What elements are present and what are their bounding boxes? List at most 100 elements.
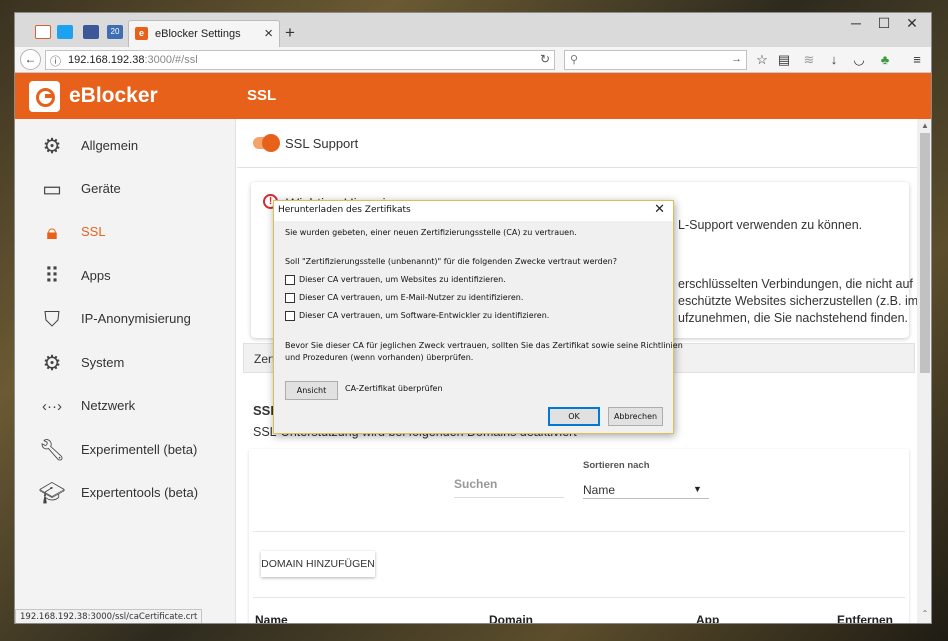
lock-icon: 🔒︎ (46, 221, 58, 244)
certificate-download-dialog: Herunterladen des Zertifikats ✕ Sie wurd… (273, 200, 683, 434)
divider (237, 167, 917, 168)
dialog-question: Soll "Zertifizierungsstelle (unbenannt)"… (285, 257, 617, 266)
dialog-advice: und Prozeduren (wenn vorhanden) überprüf… (285, 353, 474, 362)
column-header-name[interactable]: Name (255, 613, 288, 623)
sidebar-item-apps[interactable]: ⠿ Apps (15, 254, 236, 297)
sidebar-item-system[interactable]: ⚙ System (15, 341, 236, 384)
sort-select[interactable]: Name (583, 483, 615, 497)
new-tab-button[interactable]: + (285, 23, 295, 43)
tab-strip: 20 e eBlocker Settings × + ─ ☐ ✕ (15, 13, 931, 48)
menu-icon[interactable]: ≡ (908, 51, 926, 69)
close-window-button[interactable]: ✕ (897, 15, 927, 32)
pinned-tab-1[interactable] (35, 25, 51, 39)
graduation-cap-icon: 🎓︎ (38, 482, 66, 505)
notice-text: eschützte Websites sicherzustellen (z.B.… (678, 294, 919, 308)
app-header: eBlocker SSL (15, 73, 931, 119)
pinned-tab-facebook-icon[interactable] (83, 25, 99, 39)
column-header-entfernen[interactable]: Entfernen (837, 613, 893, 623)
sidebar-item-label: IP-Anonymisierung (81, 311, 191, 326)
notice-text: erschlüsselten Verbindungen, die nicht a… (678, 277, 913, 291)
gear-icon: ⚙ (42, 135, 62, 158)
ssl-support-toggle[interactable] (253, 134, 280, 152)
sort-label: Sortieren nach (583, 460, 650, 471)
cancel-button[interactable]: Abbrechen (608, 407, 663, 426)
sidebar-item-label: Allgemein (81, 138, 139, 153)
search-underline (454, 497, 564, 498)
view-certificate-label: CA-Zertifikat überprüfen (345, 384, 443, 393)
search-icon: ⚲ (570, 54, 579, 66)
divider (253, 531, 905, 532)
tab-title: eBlocker Settings (155, 28, 241, 40)
brand[interactable]: eBlocker (15, 73, 236, 119)
info-icon[interactable]: ⓘ (50, 53, 61, 69)
checkbox-label[interactable]: Dieser CA vertrauen, um Software-Entwick… (299, 311, 549, 320)
status-bar: 192.168.192.38:3000/ssl/caCertificate.cr… (15, 609, 203, 623)
search-bar[interactable]: ⚲ → (564, 50, 747, 70)
sidebar-item-label: Expertentools (beta) (81, 485, 199, 500)
url-bar[interactable]: ⓘ 192.168.192.38:3000/#/ssl ↻ (45, 50, 555, 70)
extension-icon[interactable]: ♣ (876, 51, 894, 69)
view-certificate-button[interactable]: Ansicht (285, 381, 338, 400)
reader-list-icon[interactable]: ▤ (775, 51, 793, 69)
toggle-knob[interactable] (262, 134, 280, 152)
devices-icon: ▭ (42, 178, 62, 201)
back-button[interactable]: ← (20, 49, 41, 70)
trust-software-checkbox[interactable] (285, 311, 295, 321)
network-icon: ‹··› (42, 398, 62, 415)
scroll-top-icon[interactable]: ⌃ (917, 609, 931, 618)
nav-bar: ← ⓘ 192.168.192.38:3000/#/ssl ↻ ⚲ → ☆ ▤ … (15, 47, 931, 73)
sidebar-item-experimentell[interactable]: 🔧︎ Experimentell (beta) (15, 428, 236, 471)
scroll-thumb[interactable] (920, 133, 930, 373)
domain-list-card: Suchen Sortieren nach Name ▼ DOMAIN HINZ… (249, 449, 909, 623)
dialog-title: Herunterladen des Zertifikats (278, 205, 411, 215)
ok-button[interactable]: OK (548, 407, 600, 426)
divider (253, 597, 905, 598)
maximize-button[interactable]: ☐ (869, 15, 899, 32)
sort-underline (583, 498, 709, 499)
wrench-icon: 🔧︎ (38, 439, 66, 462)
notice-text: ufzunehmen, die Sie nachstehend finden. (678, 311, 909, 325)
search-go-icon[interactable]: → (731, 53, 742, 65)
eblocker-favicon-icon: e (135, 27, 148, 40)
sidebar-item-ssl[interactable]: 🔒︎ SSL (15, 210, 236, 253)
add-domain-button[interactable]: DOMAIN HINZUFÜGEN (261, 551, 375, 577)
search-input[interactable]: Suchen (454, 477, 497, 491)
sidebar-item-label: Netzwerk (81, 398, 136, 413)
rss-icon[interactable]: ≋ (800, 51, 818, 69)
pinned-tab-4[interactable]: 20 (107, 25, 123, 39)
sidebar-item-netzwerk[interactable]: ‹··› Netzwerk (15, 384, 236, 427)
sidebar-item-geraete[interactable]: ▭ Geräte (15, 167, 236, 210)
minimize-button[interactable]: ─ (841, 15, 871, 31)
column-header-domain[interactable]: Domain (489, 613, 533, 623)
eblocker-logo-icon (29, 81, 60, 112)
ssl-support-label: SSL Support (285, 136, 359, 151)
pinned-tab-twitter-icon[interactable] (57, 25, 73, 39)
brand-name: eBlocker (69, 84, 158, 107)
tab-close-icon[interactable]: × (264, 25, 273, 42)
bookmark-star-icon[interactable]: ☆ (753, 51, 771, 69)
notice-text: L-Support verwenden zu können. (678, 218, 863, 232)
sidebar-item-allgemein[interactable]: ⚙ Allgemein (15, 124, 236, 167)
shield-icon: ⛉ (44, 308, 60, 331)
sidebar-item-label: SSL (81, 224, 106, 239)
checkbox-label[interactable]: Dieser CA vertrauen, um E-Mail-Nutzer zu… (299, 293, 523, 302)
dialog-titlebar: Herunterladen des Zertifikats ✕ (274, 201, 673, 221)
scroll-up-icon[interactable]: ▲ (917, 121, 931, 130)
sidebar-item-expertentools[interactable]: 🎓︎ Expertentools (beta) (15, 471, 236, 514)
caret-down-icon[interactable]: ▼ (693, 484, 702, 494)
sidebar-item-label: Apps (81, 268, 111, 283)
checkbox-label[interactable]: Dieser CA vertrauen, um Websites zu iden… (299, 275, 506, 284)
download-icon[interactable]: ↓ (825, 51, 843, 69)
column-header-app[interactable]: App (696, 613, 719, 623)
page-scrollbar[interactable]: ▲ ⌃ (917, 119, 931, 623)
dialog-close-icon[interactable]: ✕ (654, 202, 665, 217)
apps-grid-icon: ⠿ (44, 265, 60, 288)
pocket-icon[interactable]: ◡ (850, 51, 868, 69)
trust-websites-checkbox[interactable] (285, 275, 295, 285)
sidebar-item-label: System (81, 355, 125, 370)
sidebar-item-ip-anonymisierung[interactable]: ⛉ IP-Anonymisierung (15, 297, 236, 340)
reload-icon[interactable]: ↻ (540, 52, 550, 66)
trust-email-checkbox[interactable] (285, 293, 295, 303)
tab-eblocker-settings[interactable]: e eBlocker Settings × (128, 20, 280, 48)
sidebar-item-label: Geräte (81, 181, 121, 196)
